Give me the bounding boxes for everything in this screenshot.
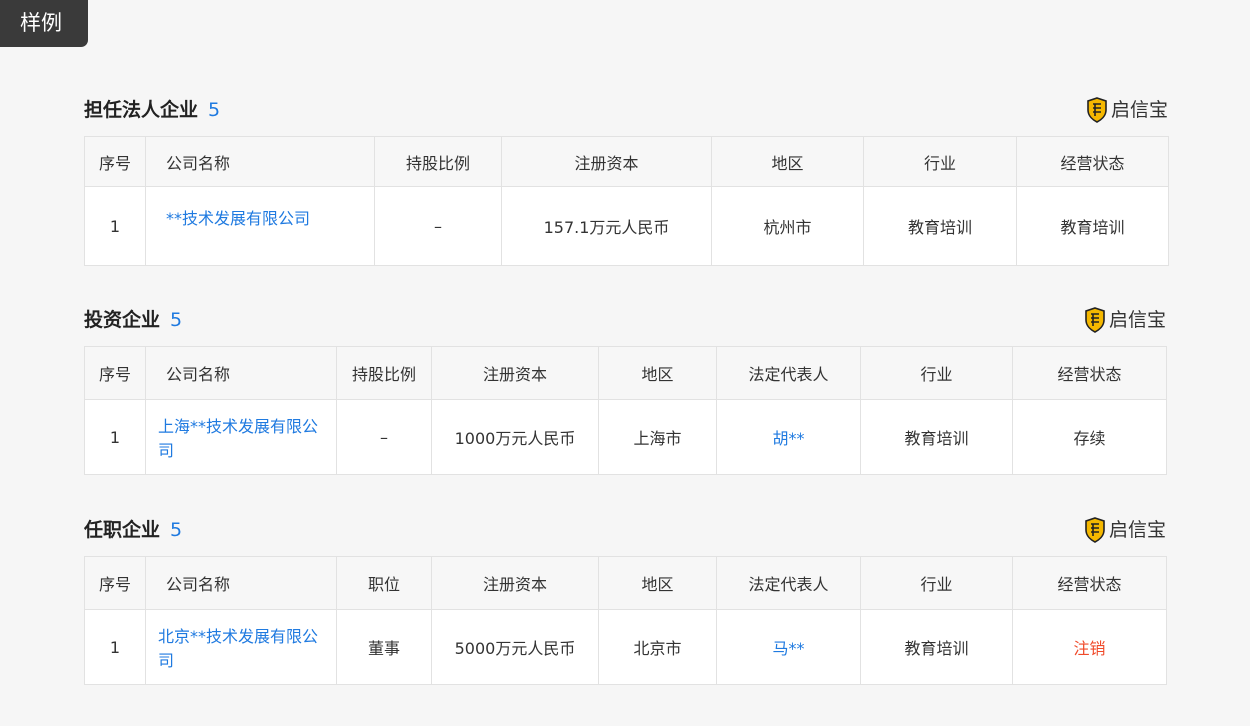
table-header-row: 序号 公司名称 持股比例 注册资本 地区 法定代表人 行业 经营状态 [84,346,1167,400]
brand-name: 启信宝 [1110,99,1168,121]
cell-region: 杭州市 [711,186,864,266]
cell-legal-rep: 马** [716,609,861,685]
section-title: 投资企业 5 [84,305,182,335]
cell-capital: 5000万元人民币 [431,609,599,685]
cell-industry: 教育培训 [860,609,1013,685]
col-header-region: 地区 [711,136,864,187]
cell-industry: 教育培训 [860,399,1013,475]
cell-share: – [374,186,502,266]
cell-status: 存续 [1012,399,1167,475]
cell-region: 北京市 [598,609,717,685]
col-header-index: 序号 [84,556,146,610]
cell-index: 1 [84,186,146,266]
qixinbao-shield-icon [1085,307,1105,333]
cell-legal-rep: 胡** [716,399,861,475]
qixinbao-shield-icon [1087,97,1107,123]
employment-table: 序号 公司名称 职位 注册资本 地区 法定代表人 行业 经营状态 1 北京**技… [84,556,1167,685]
brand-logo: 启信宝 [1086,95,1168,125]
section-legal-rep-companies: 担任法人企业 5 启信宝 序号 公司名称 持股比例 注册资本 地区 行业 经营状态… [84,95,1169,266]
col-header-legal-rep: 法定代表人 [716,556,861,610]
col-header-capital: 注册资本 [431,556,599,610]
col-header-share: 持股比例 [374,136,502,187]
section-count: 5 [208,99,221,121]
table-row: 1 **技术发展有限公司 – 157.1万元人民币 杭州市 教育培训 教育培训 [84,186,1169,266]
section-title-text: 任职企业 [84,519,161,541]
company-link[interactable]: **技术发展有限公司 [166,209,310,228]
col-header-legal-rep: 法定代表人 [716,346,861,400]
brand-name: 启信宝 [1108,519,1166,541]
cell-status: 教育培训 [1016,186,1169,266]
cell-company: 上海**技术发展有限公司 [145,399,337,475]
cell-position: 董事 [336,609,432,685]
investment-table: 序号 公司名称 持股比例 注册资本 地区 法定代表人 行业 经营状态 1 上海*… [84,346,1167,475]
cell-share: – [336,399,432,475]
brand-logo: 启信宝 [1084,515,1166,545]
col-header-status: 经营状态 [1012,556,1167,610]
section-investment-companies: 投资企业 5 启信宝 序号 公司名称 持股比例 注册资本 地区 法定代表人 行业 … [84,305,1167,475]
section-header: 投资企业 5 启信宝 [84,305,1166,335]
col-header-position: 职位 [336,556,432,610]
table-header-row: 序号 公司名称 职位 注册资本 地区 法定代表人 行业 经营状态 [84,556,1167,610]
cell-index: 1 [84,609,146,685]
legal-rep-link[interactable]: 马** [772,639,804,658]
col-header-index: 序号 [84,346,146,400]
col-header-company: 公司名称 [145,136,375,187]
cell-company: **技术发展有限公司 [145,186,375,266]
cell-capital: 157.1万元人民币 [501,186,712,266]
cell-company: 北京**技术发展有限公司 [145,609,337,685]
company-link[interactable]: 北京**技术发展有限公司 [158,627,318,670]
cell-industry: 教育培训 [863,186,1017,266]
legal-rep-link[interactable]: 胡** [772,429,804,448]
table-header-row: 序号 公司名称 持股比例 注册资本 地区 行业 经营状态 [84,136,1169,187]
col-header-industry: 行业 [863,136,1017,187]
sample-tag: 样例 [0,0,88,47]
col-header-capital: 注册资本 [431,346,599,400]
col-header-industry: 行业 [860,556,1013,610]
table-row: 1 上海**技术发展有限公司 – 1000万元人民币 上海市 胡** 教育培训 … [84,399,1167,475]
cell-capital: 1000万元人民币 [431,399,599,475]
status-cancelled-text: 注销 [1073,639,1106,658]
cell-status: 注销 [1012,609,1167,685]
table-row: 1 北京**技术发展有限公司 董事 5000万元人民币 北京市 马** 教育培训… [84,609,1167,685]
cell-region: 上海市 [598,399,717,475]
company-link[interactable]: 上海**技术发展有限公司 [158,417,318,460]
col-header-status: 经营状态 [1012,346,1167,400]
col-header-region: 地区 [598,346,717,400]
legal-rep-table: 序号 公司名称 持股比例 注册资本 地区 行业 经营状态 1 **技术发展有限公… [84,136,1169,266]
qixinbao-shield-icon [1085,517,1105,543]
section-employment-companies: 任职企业 5 启信宝 序号 公司名称 职位 注册资本 地区 法定代表人 行业 经营… [84,515,1167,685]
col-header-industry: 行业 [860,346,1013,400]
brand-name: 启信宝 [1108,309,1166,331]
brand-logo: 启信宝 [1084,305,1166,335]
col-header-share: 持股比例 [336,346,432,400]
cell-index: 1 [84,399,146,475]
section-header: 担任法人企业 5 启信宝 [84,95,1168,125]
col-header-capital: 注册资本 [501,136,712,187]
col-header-company: 公司名称 [145,346,337,400]
col-header-status: 经营状态 [1016,136,1169,187]
section-title: 担任法人企业 5 [84,95,220,125]
section-title: 任职企业 5 [84,515,182,545]
col-header-index: 序号 [84,136,146,187]
col-header-company: 公司名称 [145,556,337,610]
col-header-region: 地区 [598,556,717,610]
section-title-text: 担任法人企业 [84,99,199,121]
section-title-text: 投资企业 [84,309,161,331]
section-count: 5 [170,309,183,331]
section-header: 任职企业 5 启信宝 [84,515,1166,545]
section-count: 5 [170,519,183,541]
